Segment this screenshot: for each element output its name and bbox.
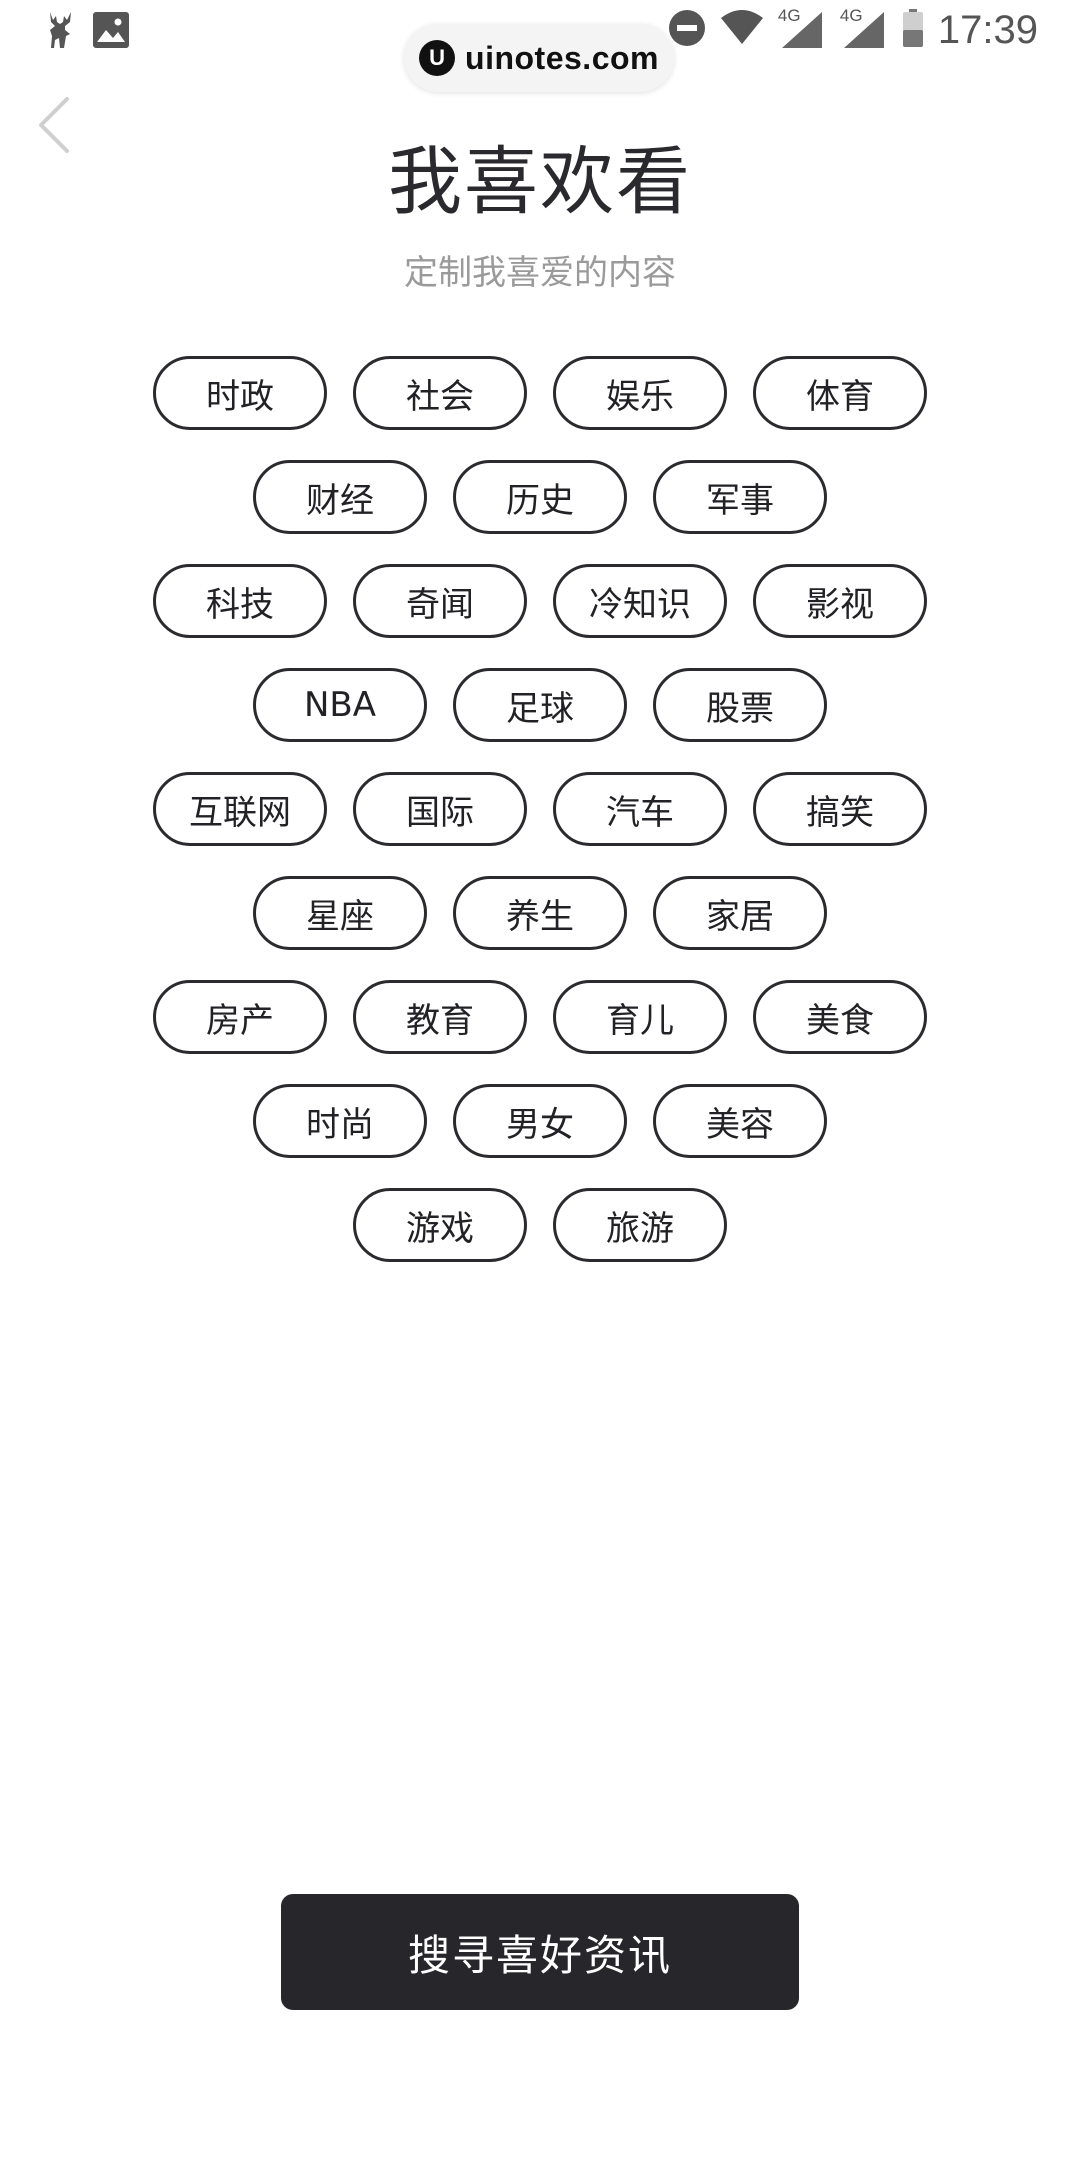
tag-row: 游戏 旅游: [0, 1188, 1080, 1262]
interest-tag[interactable]: 汽车: [553, 772, 727, 846]
interest-tag[interactable]: 奇闻: [353, 564, 527, 638]
status-right: 4G 4G 17:39: [668, 6, 1038, 52]
interest-tag[interactable]: 时尚: [253, 1084, 427, 1158]
tag-row: 星座 养生 家居: [0, 876, 1080, 950]
watermark-badge: U uinotes.com: [404, 24, 674, 92]
search-preferences-button[interactable]: 搜寻喜好资讯: [281, 1894, 799, 2010]
interest-tag[interactable]: 家居: [653, 876, 827, 950]
tag-row: 科技 奇闻 冷知识 影视: [0, 564, 1080, 638]
interest-tag-grid: 时政 社会 娱乐 体育 财经 历史 军事 科技 奇闻 冷知识 影视 NBA 足球 股票 互联网 国际 汽车 搞笑星…: [0, 356, 1080, 1292]
image-icon: [92, 11, 130, 53]
signal-icon: [781, 12, 822, 48]
interest-tag[interactable]: 历史: [453, 460, 627, 534]
signal-4g-1: 4G: [778, 6, 826, 50]
interest-tag[interactable]: 科技: [153, 564, 327, 638]
status-left: [44, 10, 130, 54]
interest-tag[interactable]: 男女: [453, 1084, 627, 1158]
do-not-disturb-icon: [668, 9, 706, 51]
interest-tag[interactable]: 体育: [753, 356, 927, 430]
interest-tag[interactable]: 军事: [653, 460, 827, 534]
interest-tag[interactable]: 影视: [753, 564, 927, 638]
clock: 17:39: [937, 8, 1038, 52]
interest-tag[interactable]: 冷知识: [553, 564, 727, 638]
interest-tag[interactable]: 养生: [453, 876, 627, 950]
interest-tag[interactable]: 美食: [753, 980, 927, 1054]
tag-row: 房产 教育 育儿 美食: [0, 980, 1080, 1054]
wifi-icon: [720, 10, 764, 50]
interest-tag[interactable]: 财经: [253, 460, 427, 534]
interest-tag[interactable]: 时政: [153, 356, 327, 430]
uinotes-logo-icon: U: [419, 40, 456, 76]
interest-tag[interactable]: 星座: [253, 876, 427, 950]
battery-icon: [902, 8, 924, 52]
interest-tag[interactable]: 足球: [453, 668, 627, 742]
tag-row: 财经 历史 军事: [0, 460, 1080, 534]
interest-tag[interactable]: 社会: [353, 356, 527, 430]
signal-icon: [843, 12, 884, 48]
page-subtitle: 定制我喜爱的内容: [404, 253, 676, 293]
tag-row: 互联网 国际 汽车 搞笑: [0, 772, 1080, 846]
status-bar: U uinotes.com 4G 4G 17:39: [0, 0, 1080, 92]
interest-tag[interactable]: 育儿: [553, 980, 727, 1054]
interest-tag[interactable]: 教育: [353, 980, 527, 1054]
interest-tag[interactable]: 旅游: [553, 1188, 727, 1262]
page-title: 我喜欢看: [388, 139, 692, 225]
watermark-text: uinotes.com: [465, 39, 659, 76]
signal-4g-2: 4G: [840, 6, 888, 50]
interest-tag[interactable]: 美容: [653, 1084, 827, 1158]
deer-app-icon: [44, 10, 78, 54]
interest-tag[interactable]: NBA: [253, 668, 427, 742]
tag-row: 时政 社会 娱乐 体育: [0, 356, 1080, 430]
tag-row: 时尚 男女 美容: [0, 1084, 1080, 1158]
interest-tag[interactable]: 国际: [353, 772, 527, 846]
interest-tag[interactable]: 搞笑: [753, 772, 927, 846]
interest-tag[interactable]: 游戏: [353, 1188, 527, 1262]
interest-tag[interactable]: 互联网: [153, 772, 327, 846]
tag-row: NBA 足球 股票: [0, 668, 1080, 742]
interest-tag[interactable]: 房产: [153, 980, 327, 1054]
interest-tag[interactable]: 娱乐: [553, 356, 727, 430]
interest-tag[interactable]: 股票: [653, 668, 827, 742]
